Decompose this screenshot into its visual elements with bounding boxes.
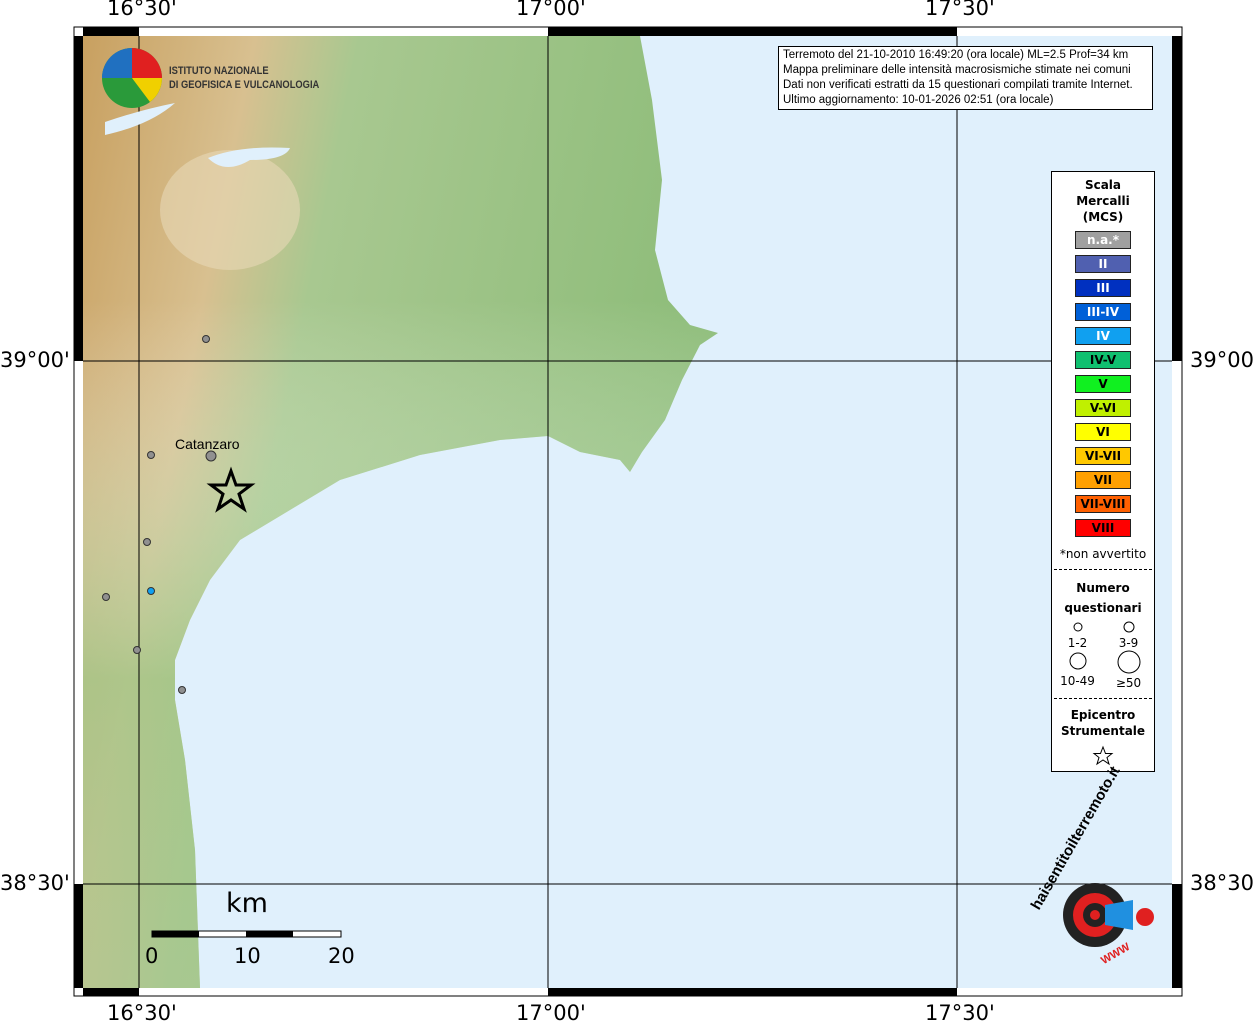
legend-swatch: III	[1075, 279, 1131, 297]
size-10-49-icon	[1069, 652, 1086, 670]
legend-swatch: n.a.*	[1075, 231, 1131, 249]
city-label: Catanzaro	[175, 436, 240, 452]
lon-label-top: 16°30'	[107, 0, 177, 20]
legend-swatch: VI	[1075, 423, 1131, 441]
legend-swatch: V-VI	[1075, 399, 1131, 417]
lat-label-left: 38°30'	[0, 871, 70, 895]
legend-note: *non avvertito	[1059, 547, 1147, 561]
point-gray	[178, 686, 186, 694]
legend-swatch: VII	[1075, 471, 1131, 489]
point-gray	[133, 646, 141, 654]
lon-label-bottom: 17°30'	[925, 1001, 995, 1025]
legend: Scala Mercalli (MCS) n.a.* II III III-IV IV IV-…	[1051, 171, 1155, 772]
size-50-icon	[1117, 650, 1140, 674]
point-blue	[147, 587, 155, 595]
scale-unit: km	[226, 888, 268, 919]
point-gray	[102, 593, 110, 601]
lon-label-top: 17°30'	[925, 0, 995, 20]
lat-label-right: 38°30'	[1190, 871, 1255, 895]
point-gray	[205, 450, 217, 462]
legend-swatch: V	[1075, 375, 1131, 393]
legend-swatch: III-IV	[1075, 303, 1131, 321]
legend-swatch: IV	[1075, 327, 1131, 345]
point-gray	[143, 538, 151, 546]
legend-swatch: IV-V	[1075, 351, 1131, 369]
brand-text[interactable]: haisentitoilterremoto.it WWW	[1028, 763, 1155, 970]
legend-swatch: VII-VIII	[1075, 495, 1131, 513]
scale-label: 20	[328, 944, 355, 968]
lat-label-right: 39°00'	[1190, 348, 1255, 372]
event-info-box: Terremoto del 21-10-2010 16:49:20 (ora l…	[778, 46, 1153, 110]
legend-swatch: VI-VII	[1075, 447, 1131, 465]
legend-swatch: VIII	[1075, 519, 1131, 537]
scale-label: 0	[145, 944, 159, 968]
legend-star-icon	[1092, 745, 1114, 766]
lon-label-top: 17°00'	[516, 0, 586, 20]
lon-label-bottom: 16°30'	[107, 1001, 177, 1025]
legend-swatch: II	[1075, 255, 1131, 273]
lat-label-left: 39°00'	[0, 348, 70, 372]
point-gray	[147, 451, 155, 459]
size-1-2-icon	[1073, 622, 1082, 632]
scale-bar	[151, 930, 342, 938]
point-gray	[202, 335, 210, 343]
lon-label-bottom: 17°00'	[516, 1001, 586, 1025]
ingv-logo-text: ISTITUTO NAZIONALE DI GEOFISICA E VULCANO…	[169, 65, 320, 91]
size-3-9-icon	[1123, 621, 1134, 633]
scale-label: 10	[234, 944, 261, 968]
